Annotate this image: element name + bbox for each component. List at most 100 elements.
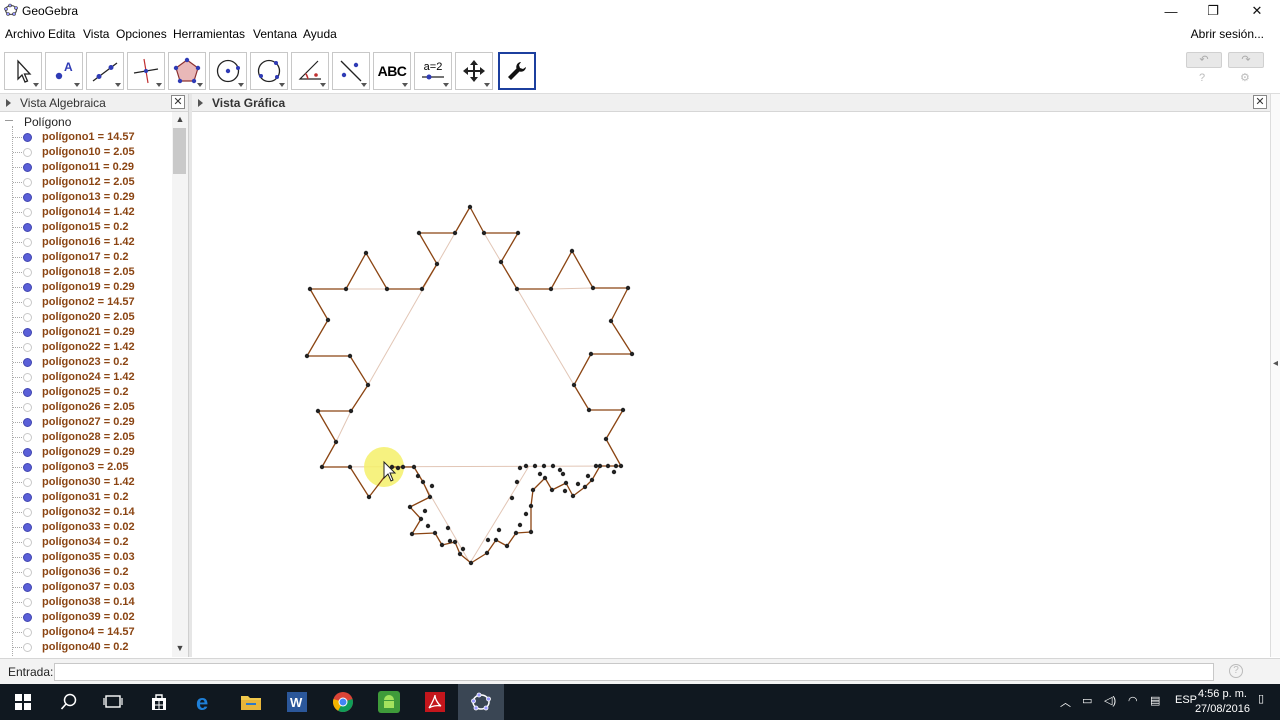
polygon-vertex-point[interactable] — [439, 542, 445, 548]
visibility-toggle-icon[interactable] — [23, 568, 32, 577]
polygon-vertex-point[interactable] — [427, 494, 433, 500]
polygon-vertex-point[interactable] — [457, 551, 463, 557]
visibility-toggle-icon[interactable] — [23, 553, 32, 562]
visibility-toggle-icon[interactable] — [23, 523, 32, 532]
list-item[interactable]: polígono18 = 2.05 — [0, 265, 172, 280]
store-icon[interactable] — [136, 684, 182, 720]
list-item[interactable]: polígono30 = 1.42 — [0, 475, 172, 490]
polygon-vertex-point[interactable] — [493, 537, 499, 543]
list-item[interactable]: polígono27 = 0.29 — [0, 415, 172, 430]
visibility-toggle-icon[interactable] — [23, 538, 32, 547]
edge-icon[interactable]: e — [182, 684, 228, 720]
polygon-vertex-point[interactable] — [315, 408, 321, 414]
algebra-close-button[interactable]: ✕ — [171, 95, 185, 109]
polygon-vertex-point[interactable] — [498, 259, 504, 265]
polygon-vertex-point[interactable] — [363, 250, 369, 256]
polygon-vertex-point[interactable] — [452, 230, 458, 236]
properties-tool[interactable] — [498, 52, 536, 90]
move-graphics-tool[interactable] — [455, 52, 493, 90]
volume-icon[interactable]: ◁) — [1104, 694, 1116, 707]
list-item[interactable]: polígono17 = 0.2 — [0, 250, 172, 265]
polygon-vertex-point[interactable] — [550, 463, 556, 469]
windows-start-icon[interactable] — [0, 684, 46, 720]
polygon-vertex-point[interactable] — [432, 530, 438, 536]
koch-snowflake-drawing[interactable] — [192, 112, 1270, 657]
polygon-vertex-point[interactable] — [560, 471, 566, 477]
visibility-toggle-icon[interactable] — [23, 403, 32, 412]
menu-ayuda[interactable]: Ayuda — [303, 27, 337, 41]
polygon-vertex-point[interactable] — [528, 503, 534, 509]
list-item[interactable]: polígono22 = 1.42 — [0, 340, 172, 355]
polygon-vertex-point[interactable] — [629, 351, 635, 357]
list-item[interactable]: polígono21 = 0.29 — [0, 325, 172, 340]
polygon-vertex-point[interactable] — [603, 436, 609, 442]
polygon-vertex-point[interactable] — [549, 487, 555, 493]
polygon-vertex-point[interactable] — [365, 382, 371, 388]
polygon-vertex-point[interactable] — [514, 479, 520, 485]
polygon-vertex-point[interactable] — [348, 408, 354, 414]
polygon-vertex-point[interactable] — [325, 317, 331, 323]
polygon-vertex-point[interactable] — [343, 286, 349, 292]
polygon-vertex-point[interactable] — [496, 527, 502, 533]
polygon-vertex-point[interactable] — [532, 463, 538, 469]
explorer-icon[interactable] — [228, 684, 274, 720]
text-tool[interactable]: ABC — [373, 52, 411, 90]
visibility-toggle-icon[interactable] — [23, 388, 32, 397]
word-icon[interactable]: W — [274, 684, 320, 720]
list-item[interactable]: polígono31 = 0.2 — [0, 490, 172, 505]
polygon-vertex-point[interactable] — [517, 465, 523, 471]
polygon-vertex-point[interactable] — [562, 488, 568, 494]
polygon-vertex-point[interactable] — [509, 495, 515, 501]
list-item[interactable]: polígono1 = 14.57 — [0, 130, 172, 145]
visibility-toggle-icon[interactable] — [23, 583, 32, 592]
visibility-toggle-icon[interactable] — [23, 598, 32, 607]
menu-edita[interactable]: Edita — [48, 27, 75, 41]
menu-vista[interactable]: Vista — [83, 27, 109, 41]
close-button[interactable]: ✕ — [1234, 0, 1280, 22]
polygon-vertex-point[interactable] — [347, 353, 353, 359]
polygon-vertex-point[interactable] — [618, 463, 624, 469]
menu-ventana[interactable]: Ventana — [253, 27, 297, 41]
line-tool[interactable] — [86, 52, 124, 90]
polygon-vertex-point[interactable] — [593, 463, 599, 469]
acrobat-icon[interactable] — [412, 684, 458, 720]
tree-collapse-icon[interactable] — [5, 120, 13, 121]
search-icon[interactable] — [46, 684, 92, 720]
polygon-vertex-point[interactable] — [542, 475, 548, 481]
polygon-vertex-point[interactable] — [415, 473, 421, 479]
visibility-toggle-icon[interactable] — [23, 643, 32, 652]
restore-button[interactable]: ❐ — [1190, 0, 1236, 22]
list-item[interactable]: polígono12 = 2.05 — [0, 175, 172, 190]
polygon-side[interactable] — [550, 287, 594, 290]
visibility-toggle-icon[interactable] — [23, 133, 32, 142]
polygon-vertex-point[interactable] — [420, 479, 426, 485]
list-item[interactable]: polígono35 = 0.03 — [0, 550, 172, 565]
polygon-vertex-point[interactable] — [307, 286, 313, 292]
point-tool[interactable]: A — [45, 52, 83, 90]
list-item[interactable]: polígono28 = 2.05 — [0, 430, 172, 445]
visibility-toggle-icon[interactable] — [23, 628, 32, 637]
list-item[interactable]: polígono26 = 2.05 — [0, 400, 172, 415]
visibility-toggle-icon[interactable] — [23, 223, 32, 232]
polygon-vertex-point[interactable] — [416, 230, 422, 236]
geogebra-icon[interactable] — [458, 684, 504, 720]
ellipse-tool[interactable] — [250, 52, 288, 90]
polygon-vertex-point[interactable] — [589, 477, 595, 483]
polygon-vertex-point[interactable] — [481, 230, 487, 236]
visibility-toggle-icon[interactable] — [23, 433, 32, 442]
right-panel-handle[interactable]: ◂ — [1270, 94, 1280, 657]
polygon-side[interactable] — [367, 232, 456, 386]
list-item[interactable]: polígono15 = 0.2 — [0, 220, 172, 235]
login-link[interactable]: Abrir sesión... — [1191, 27, 1264, 41]
list-item[interactable]: polígono34 = 0.2 — [0, 535, 172, 550]
move-tool[interactable] — [4, 52, 42, 90]
visibility-toggle-icon[interactable] — [23, 418, 32, 427]
visibility-toggle-icon[interactable] — [23, 193, 32, 202]
visibility-toggle-icon[interactable] — [23, 328, 32, 337]
polygon-vertex-point[interactable] — [419, 286, 425, 292]
polygon-vertex-point[interactable] — [452, 539, 458, 545]
polygon-vertex-point[interactable] — [548, 286, 554, 292]
polygon-vertex-point[interactable] — [620, 407, 626, 413]
polygon-vertex-point[interactable] — [409, 531, 415, 537]
polygon-vertex-point[interactable] — [541, 463, 547, 469]
